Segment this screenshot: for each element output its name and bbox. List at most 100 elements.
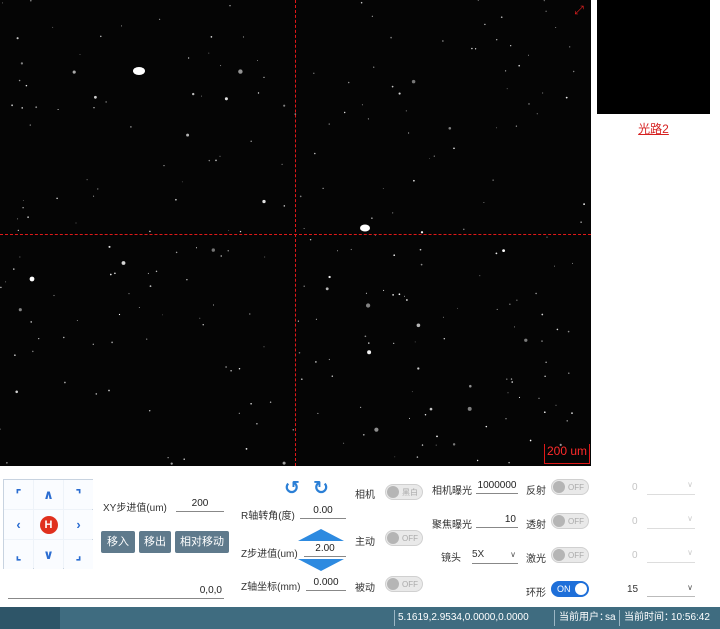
- particle: [406, 299, 408, 301]
- reflect-select[interactable]: ∨: [647, 479, 695, 495]
- particle: [225, 366, 227, 368]
- particle: [360, 1, 363, 4]
- lens-label: 镜头: [441, 553, 461, 564]
- particle: [545, 361, 547, 363]
- particle: [18, 308, 22, 312]
- arrow-left-icon[interactable]: ‹: [4, 510, 33, 539]
- particle: [292, 428, 295, 431]
- laser-toggle[interactable]: OFF: [551, 547, 589, 563]
- particle: [405, 110, 407, 112]
- particle: [158, 18, 161, 20]
- ring-value: 15: [627, 584, 639, 595]
- particle: [463, 228, 465, 231]
- move-in-button[interactable]: 移入: [101, 531, 135, 553]
- particle: [343, 442, 345, 444]
- current-time-label: 当前时间：: [624, 612, 674, 623]
- particle: [580, 221, 582, 223]
- particle: [408, 417, 411, 419]
- rotate-counterclockwise-icon[interactable]: ↺: [282, 479, 302, 499]
- particle: [262, 199, 266, 204]
- arrow-down-left-icon[interactable]: ⌞: [4, 540, 33, 569]
- ring-select[interactable]: ∨: [647, 580, 695, 597]
- move-out-button[interactable]: 移出: [139, 531, 171, 553]
- toggle-knob: [553, 549, 565, 561]
- arrow-down-icon[interactable]: ∨: [34, 540, 63, 569]
- relative-move-button[interactable]: 相对移动: [175, 531, 229, 553]
- particle: [424, 413, 427, 416]
- particle: [343, 111, 346, 114]
- passive-toggle[interactable]: OFF: [385, 576, 423, 592]
- transmit-select[interactable]: ∨: [647, 513, 695, 529]
- particle: [566, 420, 568, 422]
- particle: [283, 104, 286, 107]
- z-step-input[interactable]: 2.00: [304, 542, 346, 557]
- arrow-right-icon[interactable]: ›: [64, 510, 93, 539]
- laser-select[interactable]: ∨: [647, 547, 695, 563]
- lens-select-value: 5X: [472, 549, 485, 560]
- particle: [17, 229, 19, 231]
- particle: [433, 155, 435, 157]
- particle: [546, 236, 548, 238]
- particle: [417, 367, 420, 370]
- focus-exposure-input[interactable]: 10: [476, 513, 518, 528]
- chevron-down-icon: ∨: [687, 514, 693, 523]
- particle: [398, 293, 401, 296]
- particle: [457, 307, 458, 309]
- r-angle-input[interactable]: 0.00: [300, 504, 346, 519]
- arrow-up-left-icon[interactable]: ⌜: [4, 480, 33, 509]
- particle: [413, 179, 415, 182]
- particle: [416, 323, 421, 328]
- home-button[interactable]: H: [34, 510, 63, 539]
- particle: [393, 342, 395, 344]
- particle: [337, 250, 339, 252]
- particle: [186, 278, 188, 281]
- particle: [175, 198, 177, 201]
- particle: [555, 27, 557, 28]
- arrow-up-right-icon[interactable]: ⌝: [64, 480, 93, 509]
- particle: [297, 320, 299, 322]
- ring-toggle[interactable]: ON: [551, 581, 589, 597]
- particle: [543, 411, 546, 414]
- particle: [371, 15, 373, 17]
- toggle-text: 黑白: [402, 488, 418, 497]
- arrow-up-icon[interactable]: ∧: [34, 480, 63, 509]
- particle: [528, 54, 529, 56]
- particle: [256, 423, 258, 425]
- particle: [365, 303, 371, 308]
- active-toggle[interactable]: OFF: [385, 530, 423, 546]
- camera-mode-toggle[interactable]: 黑白: [385, 484, 423, 500]
- rotate-clockwise-icon[interactable]: ↻: [311, 479, 331, 499]
- lens-select[interactable]: 5X ∨: [472, 547, 518, 564]
- particle: [75, 222, 77, 224]
- reflect-toggle[interactable]: OFF: [551, 479, 589, 495]
- z-down-arrow-icon[interactable]: [298, 559, 344, 571]
- particle: [492, 179, 494, 181]
- expand-arrows-icon[interactable]: ⤢: [571, 2, 587, 18]
- particle: [215, 159, 217, 162]
- light-path-preview[interactable]: [597, 0, 710, 114]
- particle: [500, 16, 503, 19]
- particle: [57, 108, 59, 111]
- transmit-toggle[interactable]: OFF: [551, 513, 589, 529]
- arrow-down-right-icon[interactable]: ⌟: [64, 540, 93, 569]
- camera-viewport[interactable]: ⤢ 200 um: [0, 0, 591, 466]
- particle: [208, 52, 210, 54]
- particle: [147, 272, 149, 275]
- particle: [403, 295, 406, 297]
- particle: [63, 336, 65, 339]
- particle: [506, 378, 508, 380]
- particle: [250, 140, 252, 142]
- camera-exposure-input[interactable]: 1000000: [476, 479, 518, 494]
- particle: [392, 212, 394, 214]
- particle: [303, 285, 305, 287]
- xy-step-input[interactable]: 200: [176, 497, 224, 512]
- particle: [56, 197, 58, 200]
- particle: [477, 0, 479, 1]
- particle: [416, 456, 419, 458]
- particle: [269, 401, 272, 403]
- particle: [361, 104, 363, 106]
- light-path-link[interactable]: 光路2: [597, 120, 710, 137]
- z-up-arrow-icon[interactable]: [298, 529, 344, 541]
- home-icon: H: [39, 515, 58, 534]
- crosshair-vertical: [295, 0, 296, 466]
